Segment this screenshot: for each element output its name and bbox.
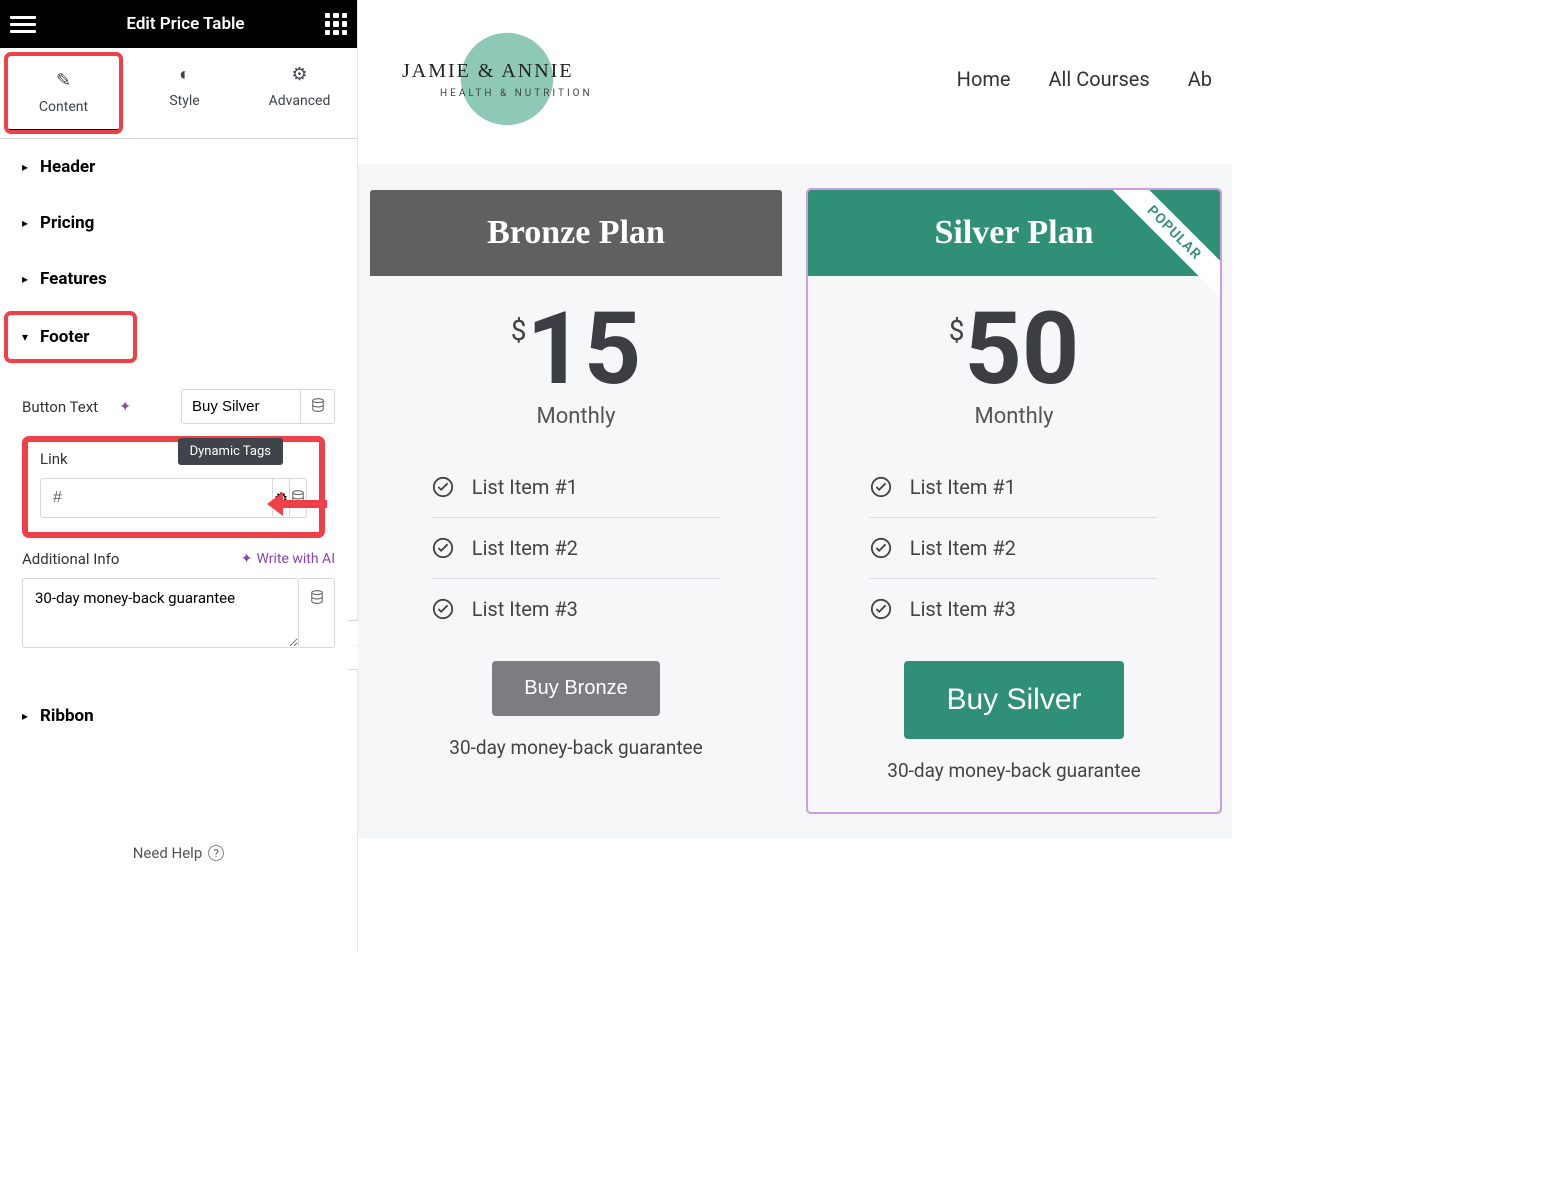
section-header[interactable]: ▸ Header	[0, 139, 357, 195]
button-text-label: Button Text	[22, 398, 113, 416]
silver-buy-button[interactable]: Buy Silver	[904, 661, 1123, 739]
check-circle-icon	[432, 476, 454, 498]
link-input[interactable]	[40, 478, 273, 518]
site-header: JAMIE & ANNIE HEALTH & NUTRITION Home Al…	[358, 0, 1232, 158]
section-pricing[interactable]: ▸ Pricing	[0, 195, 357, 251]
site-nav: Home All Courses Ab	[957, 67, 1212, 91]
apps-grid-icon[interactable]	[325, 13, 347, 35]
silver-card-wrap: Silver Plan $50 Monthly List Item #1 Lis…	[808, 190, 1220, 812]
caret-right-icon: ▸	[22, 216, 28, 230]
panel-title: Edit Price Table	[46, 14, 325, 34]
logo-title: JAMIE & ANNIE	[402, 60, 574, 83]
section-header-label: Header	[40, 157, 95, 177]
bronze-amount: 15	[527, 291, 642, 408]
nav-home[interactable]: Home	[957, 67, 1011, 91]
write-with-ai-link[interactable]: ✦Write with AI	[241, 551, 335, 567]
nav-all-courses[interactable]: All Courses	[1049, 67, 1150, 91]
additional-info-label: Additional Info	[22, 550, 119, 568]
editor-panel: Edit Price Table ✎ Content ◐ Style ⚙ Adv…	[0, 0, 358, 952]
additional-info-textarea-wrap	[22, 578, 335, 648]
pencil-icon: ✎	[6, 70, 121, 91]
additional-info-row: Additional Info ✦Write with AI	[22, 550, 335, 568]
list-item: List Item #3	[870, 579, 1158, 639]
button-text-dynamic-button[interactable]	[301, 389, 335, 424]
content-sections: ▸ Header ▸ Pricing ▸ Features ▾ Footer B…	[0, 139, 357, 744]
tab-content[interactable]: ✎ Content	[6, 54, 121, 132]
database-icon	[311, 397, 325, 416]
list-item: List Item #2	[870, 518, 1158, 579]
tab-advanced[interactable]: ⚙ Advanced	[242, 48, 357, 138]
bronze-buy-button[interactable]: Buy Bronze	[492, 661, 659, 716]
tab-advanced-label: Advanced	[269, 93, 331, 109]
section-features[interactable]: ▸ Features	[0, 251, 357, 307]
check-circle-icon	[432, 537, 454, 559]
button-text-input[interactable]	[181, 389, 301, 424]
need-help-link[interactable]: Need Help ?	[0, 844, 357, 862]
section-ribbon-label: Ribbon	[40, 706, 94, 726]
annotation-arrow-icon	[263, 486, 333, 522]
button-text-input-wrap	[181, 389, 335, 424]
nav-about[interactable]: Ab	[1188, 67, 1212, 91]
link-control-highlighted: Dynamic Tags Link ⚙	[22, 436, 325, 538]
gear-icon: ⚙	[242, 64, 357, 85]
bronze-guarantee: 30-day money-back guarantee	[449, 736, 702, 759]
bronze-price-block: $15 Monthly	[511, 276, 642, 435]
panel-tabs: ✎ Content ◐ Style ⚙ Advanced	[0, 48, 357, 139]
bronze-currency: $	[511, 314, 527, 347]
list-item: List Item #3	[432, 579, 720, 639]
section-pricing-label: Pricing	[40, 213, 94, 233]
bronze-card[interactable]: Bronze Plan $15 Monthly List Item #1 Lis…	[370, 190, 782, 812]
popular-ribbon: POPULAR	[1100, 190, 1220, 310]
silver-guarantee: 30-day money-back guarantee	[887, 759, 1140, 782]
silver-price-block: $50 Monthly	[949, 276, 1080, 435]
panel-header: Edit Price Table	[0, 0, 357, 48]
section-footer[interactable]: ▾ Footer	[6, 313, 135, 361]
ribbon-label: POPULAR	[1101, 190, 1220, 306]
help-circle-icon: ?	[208, 845, 224, 861]
tab-style[interactable]: ◐ Style	[127, 48, 242, 138]
caret-down-icon: ▾	[22, 330, 28, 344]
preview-canvas: JAMIE & ANNIE HEALTH & NUTRITION Home Al…	[358, 0, 1232, 952]
caret-right-icon: ▸	[22, 709, 28, 723]
caret-right-icon: ▸	[22, 160, 28, 174]
check-circle-icon	[870, 598, 892, 620]
button-text-row: Button Text ✦	[22, 389, 335, 424]
list-item: List Item #2	[432, 518, 720, 579]
database-icon	[310, 589, 324, 608]
silver-currency: $	[949, 314, 965, 347]
silver-feature-list: List Item #1 List Item #2 List Item #3	[870, 457, 1158, 639]
hamburger-menu-icon[interactable]	[10, 11, 36, 37]
section-ribbon[interactable]: ▸ Ribbon	[0, 688, 357, 744]
tab-content-label: Content	[39, 99, 88, 115]
site-logo[interactable]: JAMIE & ANNIE HEALTH & NUTRITION	[382, 24, 612, 134]
contrast-icon: ◐	[127, 64, 242, 85]
section-footer-label: Footer	[40, 327, 90, 347]
bronze-card-wrap: Bronze Plan $15 Monthly List Item #1 Lis…	[370, 190, 782, 812]
silver-amount: 50	[965, 291, 1080, 408]
list-item: List Item #1	[432, 457, 720, 518]
caret-right-icon: ▸	[22, 272, 28, 286]
bronze-feature-list: List Item #1 List Item #2 List Item #3	[432, 457, 720, 639]
footer-controls: Button Text ✦ Dynamic Tags Link ⚙	[0, 367, 357, 658]
sparkle-icon: ✦	[241, 551, 253, 567]
bronze-title: Bronze Plan	[370, 190, 782, 276]
additional-info-textarea[interactable]	[22, 578, 299, 648]
additional-info-dynamic-button[interactable]	[299, 578, 335, 648]
sparkle-icon[interactable]: ✦	[119, 399, 131, 415]
dynamic-tags-tooltip: Dynamic Tags	[178, 438, 283, 465]
pricing-area: Bronze Plan $15 Monthly List Item #1 Lis…	[358, 164, 1232, 838]
check-circle-icon	[432, 598, 454, 620]
check-circle-icon	[870, 476, 892, 498]
section-features-label: Features	[40, 269, 107, 289]
logo-subtitle: HEALTH & NUTRITION	[440, 88, 593, 99]
list-item: List Item #1	[870, 457, 1158, 518]
check-circle-icon	[870, 537, 892, 559]
tab-style-label: Style	[169, 93, 199, 109]
